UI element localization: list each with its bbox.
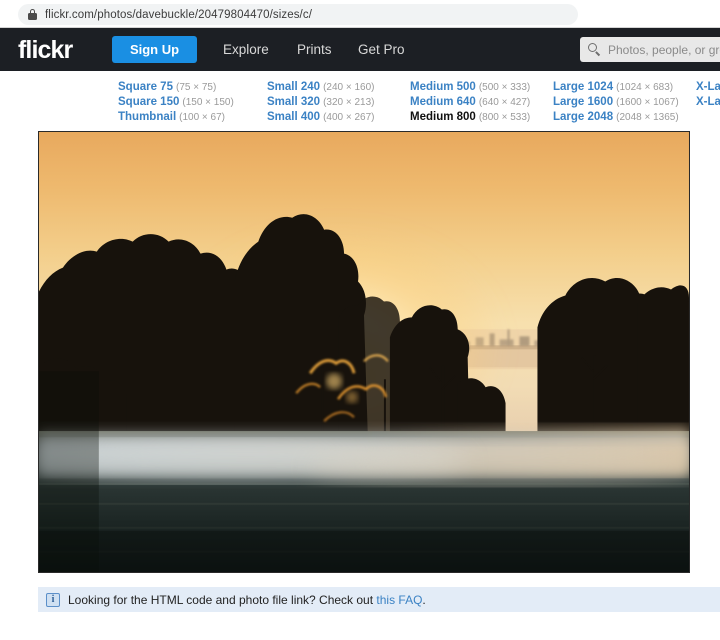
faq-text-before: Looking for the HTML code and photo file… <box>68 592 377 607</box>
size-dimensions: (1600 × 1067) <box>616 97 679 108</box>
size-dimensions: (400 × 267) <box>323 112 375 123</box>
size-row: X-Lar <box>696 78 720 93</box>
nav-link-prints[interactable]: Prints <box>297 42 332 57</box>
size-dimensions: (800 × 533) <box>478 112 531 123</box>
size-row: Small 320 (320 × 213) <box>267 93 375 108</box>
size-link[interactable]: Square 75 <box>118 81 173 93</box>
size-link-active: Medium 800 <box>410 111 476 123</box>
size-row: Large 1024 (1024 × 683) <box>553 78 679 93</box>
size-row: Thumbnail (100 × 67) <box>118 108 234 123</box>
size-row: Medium 500 (500 × 333) <box>410 78 530 93</box>
size-link[interactable]: Medium 640 <box>410 96 476 108</box>
size-dimensions: (640 × 427) <box>478 97 531 108</box>
size-column: Medium 500 (500 × 333) Medium 640 (640 × 42… <box>410 78 530 123</box>
size-row: Large 1600 (1600 × 1067) <box>553 93 679 108</box>
search-icon <box>588 43 601 56</box>
size-row: Square 75 (75 × 75) <box>118 78 234 93</box>
lock-icon <box>28 9 37 20</box>
browser-chrome: flickr.com/photos/davebuckle/20479804470… <box>0 0 720 28</box>
size-dimensions: (1024 × 683) <box>616 82 674 93</box>
photo-image <box>39 132 689 572</box>
faq-link[interactable]: this FAQ <box>376 593 422 607</box>
size-column: Square 75 (75 × 75) Square 150 (150 × 150) T… <box>118 78 234 123</box>
nav-link-explore[interactable]: Explore <box>223 42 269 57</box>
url-text: flickr.com/photos/davebuckle/20479804470… <box>45 8 313 21</box>
size-link[interactable]: Small 240 <box>267 81 320 93</box>
size-dimensions: (2048 × 1365) <box>616 112 679 123</box>
nav-link-get-pro[interactable]: Get Pro <box>358 42 405 57</box>
sizes-panel: Square 75 (75 × 75) Square 150 (150 × 150) T… <box>0 71 720 131</box>
size-row: X-Lar <box>696 93 720 108</box>
size-link[interactable]: Large 2048 <box>553 111 613 123</box>
size-row: Medium 640 (640 × 427) <box>410 93 530 108</box>
size-link[interactable]: Large 1600 <box>553 96 613 108</box>
flickr-logo[interactable]: flickr <box>18 36 73 65</box>
size-link[interactable]: X-Lar <box>696 96 720 108</box>
size-row: Small 240 (240 × 160) <box>267 78 375 93</box>
size-link[interactable]: Medium 500 <box>410 81 476 93</box>
faq-text-after: . <box>422 592 426 607</box>
size-link[interactable]: Square 150 <box>118 96 179 108</box>
size-dimensions: (240 × 160) <box>323 82 375 93</box>
size-row: Medium 800 (800 × 533) <box>410 108 530 123</box>
info-icon: i <box>46 592 60 607</box>
faq-notice-bar: i Looking for the HTML code and photo fi… <box>38 587 720 612</box>
size-dimensions: (75 × 75) <box>175 82 217 93</box>
size-link[interactable]: Small 400 <box>267 111 320 123</box>
size-row: Large 2048 (2048 × 1365) <box>553 108 679 123</box>
faq-notice-text: Looking for the HTML code and photo file… <box>68 593 426 607</box>
size-row: Small 400 (400 × 267) <box>267 108 375 123</box>
size-column: X-Lar X-Lar <box>696 78 720 108</box>
size-link[interactable]: X-Lar <box>696 81 720 93</box>
search-input[interactable] <box>608 42 720 57</box>
size-link[interactable]: Small 320 <box>267 96 320 108</box>
size-row: Square 150 (150 × 150) <box>118 93 234 108</box>
size-link[interactable]: Thumbnail <box>118 111 176 123</box>
size-dimensions: (100 × 67) <box>179 112 226 123</box>
size-column: Small 240 (240 × 160) Small 320 (320 × 213)… <box>267 78 375 123</box>
search-box[interactable] <box>580 37 720 62</box>
sign-up-button[interactable]: Sign Up <box>112 36 197 63</box>
url-bar[interactable]: flickr.com/photos/davebuckle/20479804470… <box>18 4 578 25</box>
photo-frame[interactable] <box>38 131 690 573</box>
site-header: flickr Sign Up Explore Prints Get Pro <box>0 28 720 71</box>
size-link[interactable]: Large 1024 <box>553 81 613 93</box>
size-dimensions: (320 × 213) <box>323 97 375 108</box>
size-dimensions: (500 × 333) <box>478 82 531 93</box>
size-dimensions: (150 × 150) <box>182 97 234 108</box>
size-column: Large 1024 (1024 × 683) Large 1600 (1600 × … <box>553 78 679 123</box>
